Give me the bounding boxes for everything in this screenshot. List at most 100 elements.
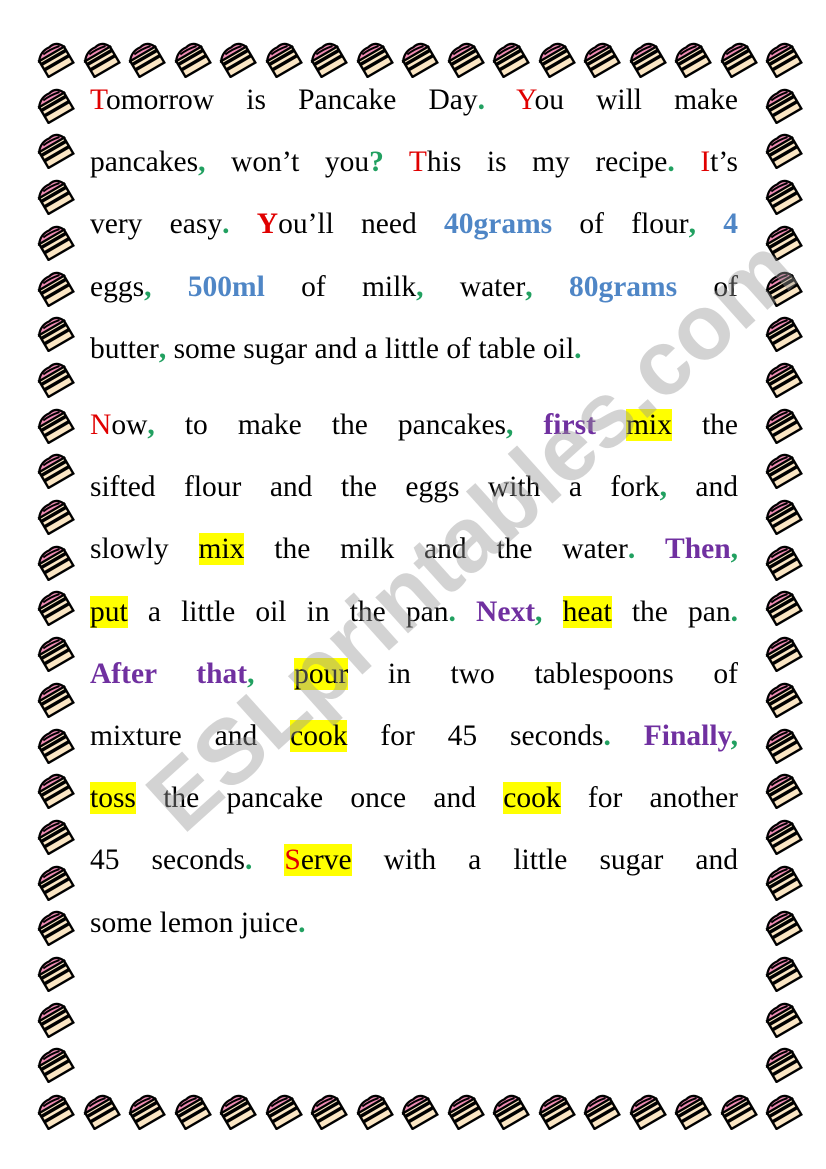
text-run: slowly	[90, 533, 199, 566]
sequence-word: After that	[90, 657, 248, 690]
cake-slice-icon	[761, 678, 805, 719]
recipe-text: Tomorrow is Pancake Day. You will make pa…	[90, 69, 738, 954]
cake-slice-icon	[761, 632, 805, 673]
cake-slice-icon	[33, 998, 77, 1039]
sequence-word: first	[543, 409, 596, 442]
text-run	[229, 208, 256, 240]
cake-slice-icon	[352, 1090, 396, 1131]
text-run: very easy	[90, 208, 223, 241]
text-run	[254, 658, 294, 690]
text-run: the pancake once and	[135, 782, 504, 815]
cake-slice-icon	[761, 221, 805, 262]
sequence-word: Finally	[643, 720, 731, 753]
cake-slice-icon	[33, 175, 77, 216]
text-run: some sugar and a little of table oil	[166, 332, 575, 365]
text-run: for another	[560, 782, 738, 815]
text-line: eggs, 500ml of milk, water, 80grams of	[90, 256, 738, 318]
text-run: to make the pancakes	[154, 409, 507, 442]
punctuation: .	[603, 720, 611, 753]
highlighted-verb: cook	[503, 782, 561, 815]
cake-slice-icon	[625, 1090, 669, 1131]
cake-slice-icon	[761, 586, 805, 627]
cake-slice-icon	[33, 267, 77, 308]
punctuation: ,	[688, 208, 696, 241]
text-run: the pan	[611, 595, 731, 628]
text-run: in two tablespoons of	[348, 657, 739, 690]
text-run: mixture and	[90, 720, 291, 753]
cake-slice-icon	[761, 769, 805, 810]
text-run: some lemon juice	[90, 906, 299, 939]
highlighted-verb: cook	[290, 720, 348, 753]
punctuation: .	[448, 595, 456, 628]
text-line: sifted flour and the eggs with a fork, a…	[90, 456, 738, 518]
text-run	[151, 271, 187, 303]
cake-slice-icon	[716, 1090, 760, 1131]
text-run: sifted flour and the eggs with a fork	[90, 471, 660, 504]
text-run: the milk and the water	[244, 533, 628, 566]
text-run	[252, 844, 284, 876]
cake-slice-icon	[761, 952, 805, 993]
cake-slice-icon	[761, 38, 805, 79]
text-run: ou will make	[534, 84, 738, 116]
text-line: some lemon juice.	[90, 892, 738, 954]
cake-slice-icon	[33, 586, 77, 627]
cake-slice-icon	[33, 632, 77, 673]
cake-slice-icon	[33, 815, 77, 856]
text-run: pancakes	[90, 146, 199, 179]
text-line: pancakes, won’t you? This is my recipe. …	[90, 131, 738, 193]
text-run: butter	[90, 332, 159, 365]
text-run	[456, 596, 476, 628]
cake-slice-icon	[33, 1043, 77, 1084]
cake-slice-icon	[579, 1090, 623, 1131]
cake-slice-icon	[761, 358, 805, 399]
cake-slice-icon	[33, 449, 77, 490]
cake-slice-icon	[33, 724, 77, 765]
text-run: eggs	[90, 270, 145, 303]
cake-slice-icon	[33, 358, 77, 399]
capital-letter: T	[408, 146, 427, 179]
text-line: toss the pancake once and cook for anoth…	[90, 767, 738, 829]
cake-slice-icon	[397, 1090, 441, 1131]
punctuation: ,	[659, 471, 667, 504]
cake-slice-icon	[261, 1090, 305, 1131]
quantity: 80grams	[568, 270, 678, 303]
capital-letter: Y	[256, 208, 279, 241]
punctuation: .	[477, 84, 486, 116]
text-run: ow	[111, 409, 148, 442]
text-run: of	[677, 270, 739, 303]
punctuation: .	[730, 595, 739, 628]
sequence-word: Next	[476, 595, 536, 628]
text-run	[513, 409, 543, 441]
cake-slice-icon	[761, 724, 805, 765]
cake-slice-icon	[761, 449, 805, 490]
text-run: 45 seconds	[90, 844, 245, 877]
text-run: water	[423, 270, 526, 303]
punctuation: ,	[525, 270, 533, 303]
cake-slice-icon	[33, 541, 77, 582]
highlighted-verb: heat	[562, 595, 612, 628]
text-run: and	[666, 471, 738, 504]
cake-slice-icon	[33, 495, 77, 536]
text-run	[485, 84, 516, 116]
text-run	[635, 533, 665, 565]
cake-slice-icon	[761, 541, 805, 582]
punctuation: .	[667, 146, 675, 179]
text-run: of flour	[552, 208, 689, 241]
text-line: mixture and cook for 45 seconds. Finally…	[90, 705, 738, 767]
text-run: his is my recipe	[426, 146, 668, 179]
text-run: with a little sugar and	[351, 844, 738, 877]
highlighted-verb: mix	[625, 409, 672, 442]
cake-slice-icon	[761, 906, 805, 947]
cake-slice-icon	[215, 1090, 259, 1131]
text-line: very easy. You’ll need 40grams of flour,…	[90, 193, 738, 255]
text-line: slowly mix the milk and the water. Then,	[90, 518, 738, 580]
cake-slice-icon	[306, 1090, 350, 1131]
capital-letter: S	[284, 844, 301, 877]
text-run	[675, 146, 701, 178]
text-line: Now, to make the pancakes, first mix the	[90, 394, 738, 456]
quantity: 4	[723, 208, 738, 241]
cake-slice-icon	[534, 1090, 578, 1131]
cake-slice-icon	[761, 129, 805, 170]
capital-letter: I	[700, 146, 711, 179]
cake-slice-icon	[170, 1090, 214, 1131]
